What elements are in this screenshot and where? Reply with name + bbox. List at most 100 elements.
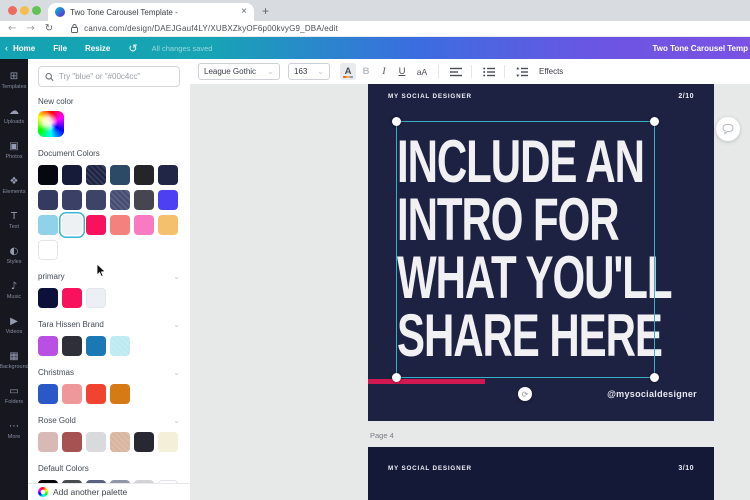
sidebar-item-elements[interactable]: ❖ Elements <box>0 168 28 203</box>
accent-line-element[interactable] <box>368 379 485 384</box>
url-text[interactable]: canva.com/design/DAEJGauf4LY/XUBXZkyOF6p… <box>84 24 338 33</box>
slide-counter[interactable]: 2/10 <box>678 93 694 100</box>
forward-icon[interactable]: → <box>26 23 34 34</box>
color-swatch[interactable] <box>62 190 82 210</box>
back-icon[interactable]: ← <box>8 23 16 34</box>
color-swatch[interactable] <box>62 336 82 356</box>
color-swatch[interactable] <box>62 165 82 185</box>
zoom-window-button[interactable] <box>32 6 41 15</box>
color-search-box[interactable] <box>38 66 180 87</box>
underline-button[interactable]: U <box>394 63 410 80</box>
comment-fab-button[interactable] <box>716 117 740 141</box>
color-swatch[interactable] <box>38 215 58 235</box>
section-chevron-icon[interactable]: ⌄ <box>173 320 180 329</box>
file-menu-button[interactable]: File <box>53 44 67 53</box>
spacing-button[interactable] <box>513 63 531 80</box>
color-swatch[interactable] <box>86 432 106 452</box>
new-tab-button[interactable]: + <box>262 4 269 18</box>
selection-handle-bottom-left[interactable] <box>392 373 401 382</box>
sidebar-item-templates[interactable]: ⊞ Templates <box>0 63 28 98</box>
sidebar-item-folders[interactable]: ▭ Folders <box>0 378 28 413</box>
design-page-next[interactable]: MY SOCIAL DESIGNER 3/10 <box>368 447 714 500</box>
selection-handle-bottom-right[interactable] <box>650 373 659 382</box>
bold-button[interactable]: B <box>358 63 374 80</box>
color-swatch[interactable] <box>38 336 58 356</box>
design-page-current[interactable]: MY SOCIAL DESIGNER 2/10 INCLUDE AN INTRO … <box>368 84 714 421</box>
color-swatch[interactable] <box>158 215 178 235</box>
color-swatch[interactable] <box>38 432 58 452</box>
color-swatch[interactable] <box>38 240 58 260</box>
rotate-handle-icon[interactable]: ⟳ <box>518 387 532 401</box>
text-case-button[interactable]: aA <box>412 63 432 80</box>
sidebar-item-styles[interactable]: ◐ Styles <box>0 238 28 273</box>
color-swatch[interactable] <box>86 190 106 210</box>
social-handle-text[interactable]: @mysocialdesigner <box>607 389 697 399</box>
home-button[interactable]: Home <box>13 44 35 53</box>
canva-favicon-icon <box>55 7 65 17</box>
color-swatch[interactable] <box>110 336 130 356</box>
color-swatch[interactable] <box>110 165 130 185</box>
effects-button[interactable]: Effects <box>539 67 563 76</box>
close-window-button[interactable] <box>8 6 17 15</box>
color-swatch[interactable] <box>134 432 154 452</box>
comment-bubble-icon <box>722 123 734 135</box>
selection-handle-top-right[interactable] <box>650 117 659 126</box>
font-size-select[interactable]: 163 ⌄ <box>288 63 330 80</box>
color-swatch[interactable] <box>38 190 58 210</box>
list-button[interactable] <box>480 63 498 80</box>
color-swatch[interactable] <box>62 432 82 452</box>
selection-handle-top-left[interactable] <box>392 117 401 126</box>
slide-counter[interactable]: 3/10 <box>678 465 694 472</box>
color-swatch[interactable] <box>62 288 82 308</box>
tab-close-icon[interactable]: × <box>241 7 247 17</box>
color-swatch[interactable] <box>62 384 82 404</box>
color-swatch[interactable] <box>110 215 130 235</box>
brand-text[interactable]: MY SOCIAL DESIGNER <box>388 465 472 472</box>
color-swatch[interactable] <box>134 190 154 210</box>
color-swatch[interactable] <box>134 215 154 235</box>
italic-button[interactable]: I <box>376 63 392 80</box>
color-swatch[interactable] <box>86 288 106 308</box>
sidebar-item-music[interactable]: ♪ Music <box>0 273 28 308</box>
brand-text[interactable]: MY SOCIAL DESIGNER <box>388 93 472 100</box>
sidebar-item-text[interactable]: T Text <box>0 203 28 238</box>
text-align-button[interactable] <box>447 63 465 80</box>
section-label: Document Colors <box>38 149 100 158</box>
color-swatch[interactable] <box>110 384 130 404</box>
color-swatch[interactable] <box>86 336 106 356</box>
new-color-swatch[interactable] <box>38 111 64 137</box>
refresh-icon[interactable]: ↻ <box>45 23 53 34</box>
sidebar-item-background[interactable]: ▦ Background <box>0 343 28 378</box>
color-swatch[interactable] <box>86 215 106 235</box>
sidebar-item-videos[interactable]: ▶ Videos <box>0 308 28 343</box>
font-family-select[interactable]: League Gothic ⌄ <box>198 63 280 80</box>
sidebar-item-photos[interactable]: ▣ Photos <box>0 133 28 168</box>
color-swatch[interactable] <box>134 165 154 185</box>
color-swatch[interactable] <box>110 432 130 452</box>
selection-box[interactable] <box>392 117 659 382</box>
color-search-input[interactable] <box>58 72 173 81</box>
save-status-text: All changes saved <box>151 43 213 53</box>
add-palette-row[interactable]: Add another palette <box>28 483 190 500</box>
sidebar-item-uploads[interactable]: ☁ Uploads <box>0 98 28 133</box>
color-swatch[interactable] <box>158 165 178 185</box>
color-swatch[interactable] <box>110 190 130 210</box>
section-chevron-icon[interactable]: ⌄ <box>173 272 180 281</box>
color-swatch[interactable] <box>158 190 178 210</box>
section-chevron-icon[interactable]: ⌄ <box>173 368 180 377</box>
sidebar-item-more[interactable]: ⋯ More <box>0 413 28 448</box>
color-swatch[interactable] <box>38 384 58 404</box>
color-swatch[interactable] <box>38 288 58 308</box>
color-swatch[interactable] <box>62 215 82 235</box>
minimize-window-button[interactable] <box>20 6 29 15</box>
color-swatch[interactable] <box>86 165 106 185</box>
color-swatch[interactable] <box>158 432 178 452</box>
browser-tab[interactable]: Two Tone Carousel Template - × <box>48 3 254 21</box>
color-swatch[interactable] <box>86 384 106 404</box>
resize-button[interactable]: Resize <box>85 44 110 53</box>
text-color-button[interactable]: A <box>340 63 356 80</box>
section-chevron-icon[interactable]: ⌄ <box>173 416 180 425</box>
color-swatch[interactable] <box>38 165 58 185</box>
undo-icon[interactable]: ↺ <box>128 42 137 55</box>
document-title[interactable]: Two Tone Carousel Temp <box>652 44 748 53</box>
